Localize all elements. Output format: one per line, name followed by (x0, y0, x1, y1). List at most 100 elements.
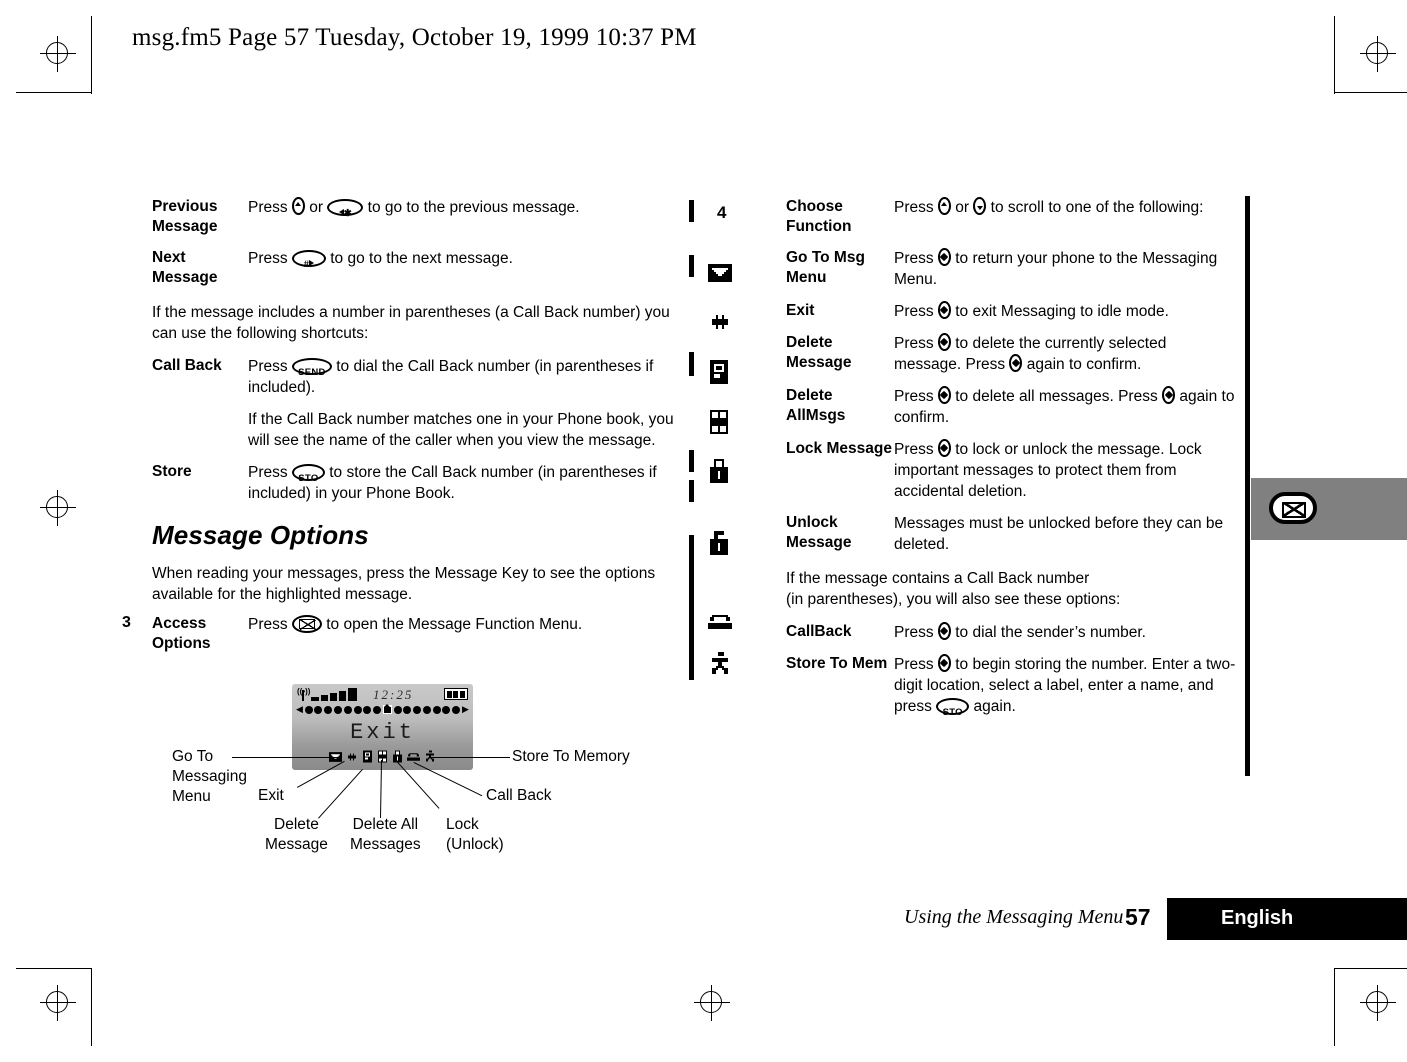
trim-line-left-vertical (91, 16, 92, 94)
desc-next-message: Press # to go to the next message. (248, 250, 513, 270)
nav-select-key-icon (1009, 354, 1023, 372)
desc-call-back-note: If the Call Back number matches one in y… (248, 411, 674, 449)
callout-label-delete-message: Delete Message (265, 816, 328, 853)
term-go-to-msg-menu: Go To Msg Menu (786, 249, 865, 286)
registration-mark-left-middle (40, 490, 76, 526)
term-callback: CallBack (786, 623, 852, 640)
registration-mark-bottom-left (40, 985, 76, 1021)
exit-arrows-icon (346, 750, 358, 768)
nav-select-key-icon (937, 248, 951, 266)
callout-label-lock-unlock: Lock (Unlock) (446, 816, 504, 853)
lcd-menu-dot-row: ◀ ▶ (296, 704, 469, 714)
signal-antenna-icon: ((•)) (297, 688, 310, 701)
entry-previous-message: Previous Message Press or ✱ to go to the… (152, 197, 682, 237)
registration-mark-bottom-center (694, 985, 730, 1021)
section-intro-paragraph: When reading your messages, press the Me… (152, 565, 656, 603)
term-delete-allmsgs: Delete AllMsgs (786, 387, 846, 424)
trim-line-bottom-right-vertical (1334, 968, 1335, 1046)
sto-key-icon: STO (936, 698, 970, 718)
message-envelope-key-icon (1269, 492, 1317, 524)
envelope-icon (708, 262, 732, 289)
callback-shortcuts-intro: If the message includes a number in pare… (152, 304, 670, 342)
term-store-to-mem: Store To Mem (786, 655, 888, 672)
message-key-icon (291, 615, 322, 633)
battery-icon (444, 688, 468, 700)
entry-delete-allmsgs: Delete AllMsgs Press to delete all messa… (786, 386, 1236, 428)
trim-line-bottom-left-vertical (91, 968, 92, 1046)
delete-message-icon (708, 360, 730, 389)
change-bar (689, 450, 694, 472)
term-access-options: Access Options (152, 615, 211, 652)
trim-line-bottom-right-horizontal (1335, 968, 1407, 969)
entry-call-back: Call Back Press SEND to dial the Call Ba… (152, 356, 682, 451)
nav-select-key-icon (937, 622, 951, 640)
term-store: Store (152, 463, 192, 480)
desc-unlock-message: Messages must be unlocked before they ca… (894, 515, 1224, 553)
trim-line-top-left-horizontal (16, 92, 92, 93)
callout-label-delete-all-messages: Delete All Messages (350, 816, 421, 853)
entry-store-to-mem: Store To Mem Press to begin storing the … (786, 654, 1236, 718)
desc-exit: Press to exit Messaging to idle mode. (894, 301, 1169, 320)
sto-key-icon: STO (291, 464, 325, 484)
home-icon (382, 704, 392, 714)
nav-select-key-icon (937, 301, 951, 319)
term-delete-message: Delete Message (786, 334, 852, 371)
desc-lock-message: Press to lock or unlock the message. Loc… (894, 439, 1202, 500)
signal-strength-bars (311, 688, 357, 701)
callout-line-go-to-messaging-menu (232, 757, 342, 758)
desc-callback: Press to dial the sender’s number. (894, 622, 1146, 641)
callout-label-call-back: Call Back (486, 787, 552, 804)
star-key-icon: ✱ (327, 199, 364, 219)
desc-previous-message: Press or ✱ to go to the previous message… (248, 197, 580, 219)
lcd-status-bar: ((•)) 12:25 (297, 687, 468, 702)
term-lock-message: Lock Message (786, 440, 892, 457)
registration-mark-top-left (40, 36, 76, 72)
desc-access-options: Press to open the Message Function Menu. (248, 615, 583, 633)
lcd-selected-option-label: Exit (350, 720, 415, 745)
phone-handset-icon (708, 611, 732, 638)
footer-language-label: English (1221, 907, 1294, 929)
change-bar (689, 200, 694, 222)
change-bar (689, 535, 694, 680)
change-bar (689, 480, 694, 502)
footer-section-title: Using the Messaging Menu (904, 906, 1124, 928)
nav-select-key-icon (937, 333, 951, 351)
running-person-icon (708, 652, 732, 681)
trim-line-right-vertical (1334, 16, 1335, 94)
left-content-column: Previous Message Press or ✱ to go to the… (122, 197, 682, 665)
trim-line-top-right-horizontal (1335, 92, 1407, 93)
nav-down-key-icon (973, 197, 987, 215)
page-header-text: msg.fm5 Page 57 Tuesday, October 19, 199… (132, 24, 697, 51)
footer-language-tab: English (1167, 898, 1407, 940)
nav-select-key-icon (937, 654, 951, 672)
nav-up-key-icon (291, 197, 305, 215)
desc-choose-function: Press or to scroll to one of the followi… (894, 197, 1204, 216)
registration-mark-top-right (1360, 36, 1396, 72)
callout-label-go-to-messaging-menu: Go To Messaging Menu (172, 748, 247, 805)
send-key-icon: SEND (291, 358, 332, 378)
callout-line-delete-all-messages (380, 760, 383, 819)
step-number: 3 (122, 614, 131, 631)
lcd-function-icon-row (292, 750, 473, 768)
entry-go-to-msg-menu: Go To Msg Menu Press to return your phon… (786, 248, 1236, 290)
registration-mark-bottom-right (1360, 985, 1396, 1021)
delete-all-messages-icon (377, 750, 388, 768)
section-heading-message-options: Message Options (152, 520, 369, 550)
lock-open-icon (708, 531, 730, 560)
entry-callback: CallBack Press to dial the sender’s numb… (786, 622, 1236, 643)
callout-line-delete-message (318, 768, 363, 819)
nav-select-key-icon (937, 439, 951, 457)
exit-arrows-icon (708, 311, 732, 338)
hash-key-icon: # (291, 250, 326, 270)
callout-line-store-to-memory (430, 757, 510, 758)
callout-label-store-to-memory: Store To Memory (512, 748, 630, 765)
trim-line-bottom-left-horizontal (16, 968, 92, 969)
entry-exit: Exit Press to exit Messaging to idle mod… (786, 301, 1236, 322)
edge-tab-messaging (1251, 478, 1407, 540)
callback-options-note: If the message contains a Call Back numb… (786, 570, 1121, 608)
desc-store: Press STO to store the Call Back number … (248, 464, 657, 502)
desc-store-to-mem: Press to begin storing the number. Enter… (894, 654, 1236, 718)
term-choose-function: Choose Function (786, 198, 852, 235)
entry-choose-function: Choose Function Press or to scroll to on… (786, 197, 1236, 237)
term-next-message: Next Message (152, 249, 218, 286)
